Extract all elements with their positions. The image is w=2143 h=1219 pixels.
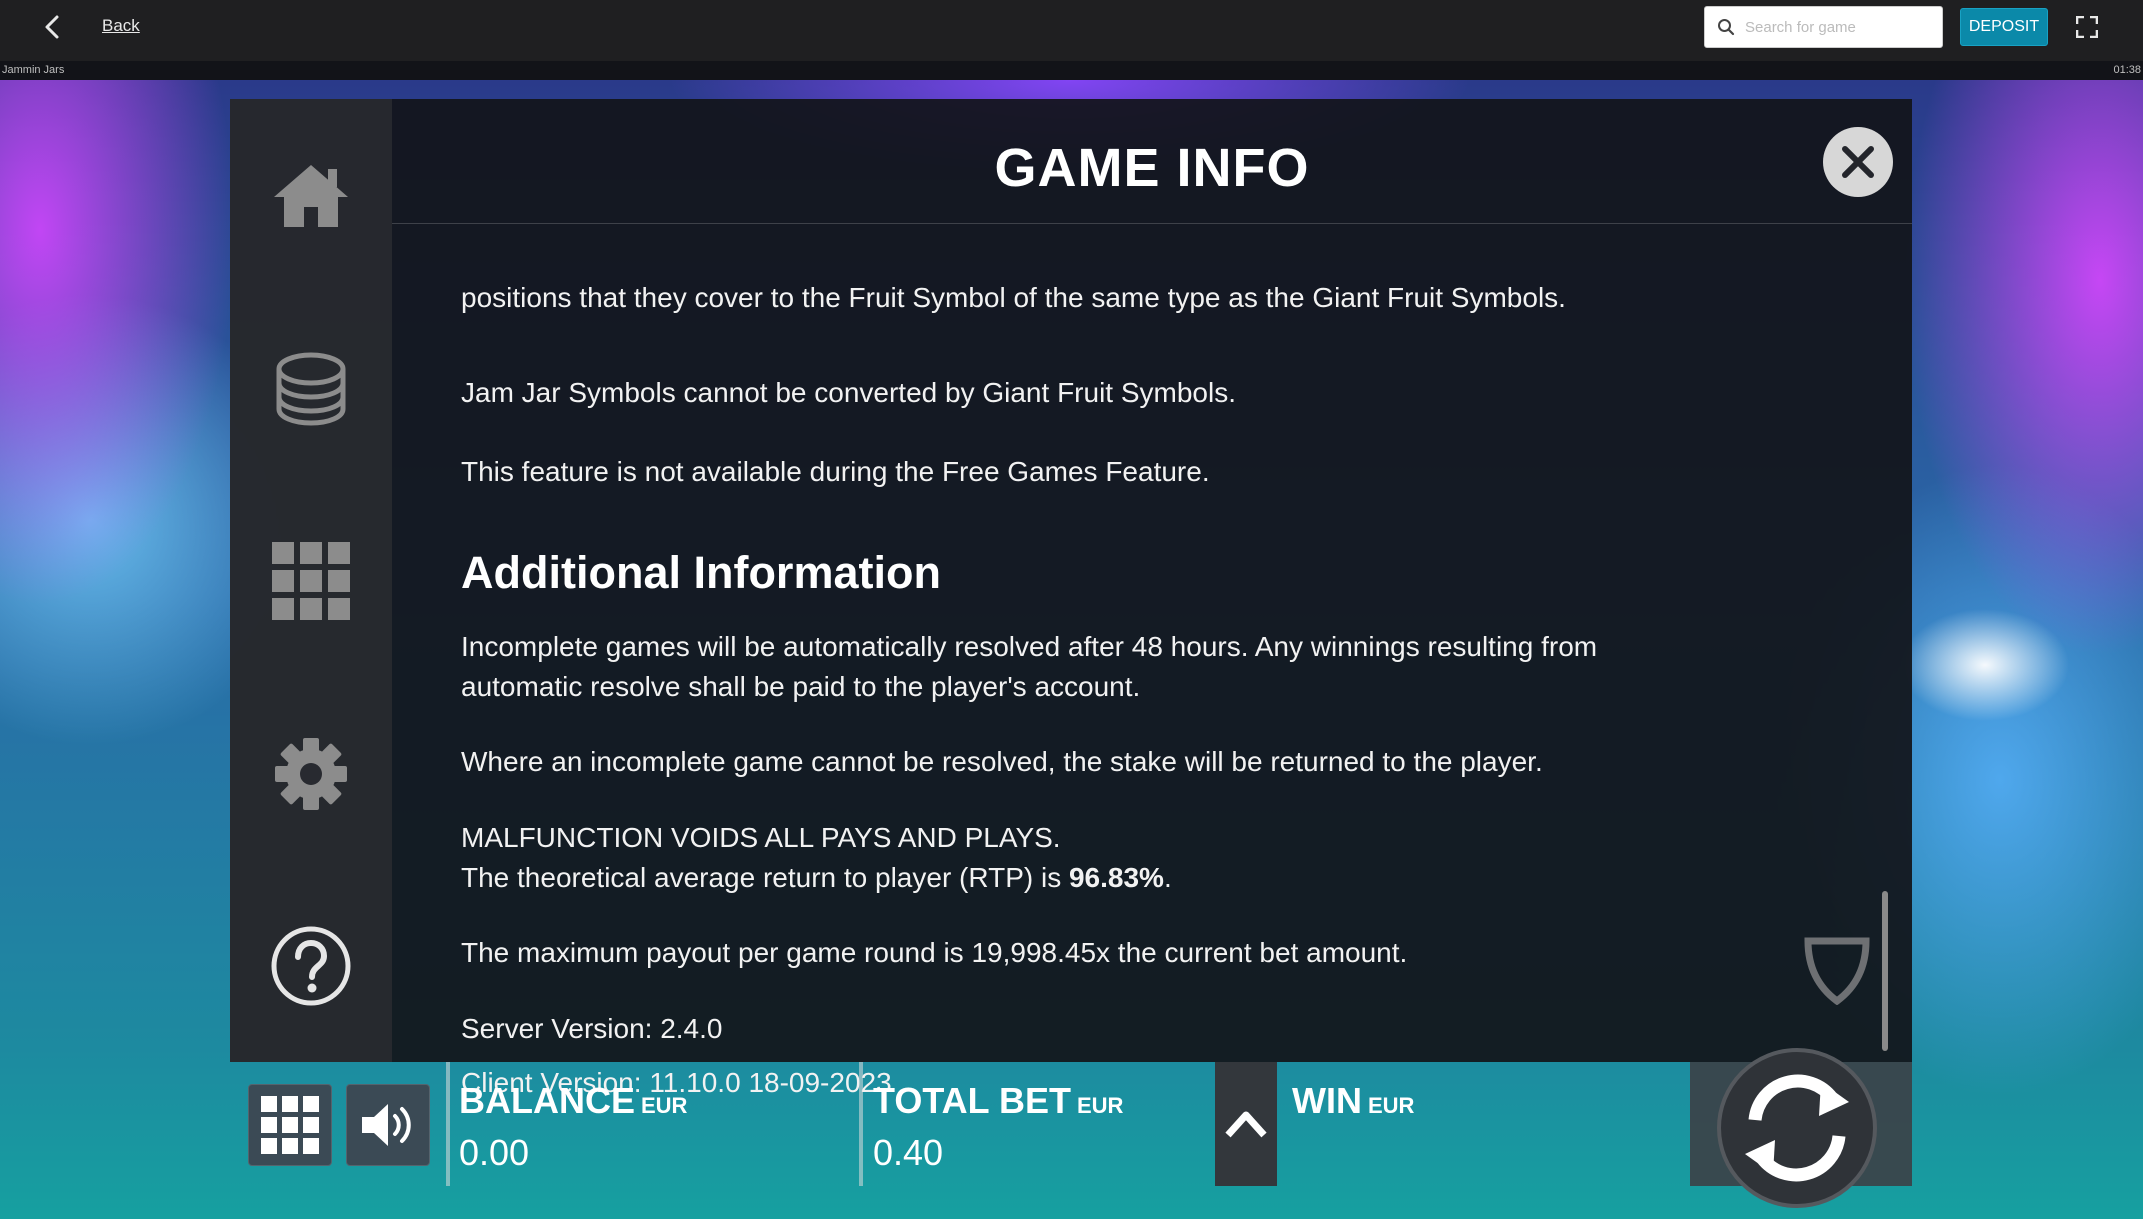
bottom-bar: BALANCE EUR 0.00 TOTAL BET EUR 0.40 WIN EUR bbox=[230, 1048, 1912, 1208]
coins-icon bbox=[276, 352, 346, 426]
info-text-scroll-area[interactable]: positions that they cover to the Fruit S… bbox=[461, 224, 1861, 1062]
balance-label: BALANCE EUR bbox=[459, 1080, 687, 1122]
close-icon bbox=[1842, 146, 1874, 178]
side-menu bbox=[230, 99, 392, 1062]
settings-button[interactable] bbox=[270, 733, 352, 815]
separator bbox=[859, 1062, 863, 1186]
info-content: GAME INFO positions that they cover to t… bbox=[392, 99, 1912, 1098]
back-chevron-icon[interactable] bbox=[42, 14, 64, 40]
search-box[interactable] bbox=[1704, 6, 1943, 48]
home-button[interactable] bbox=[270, 155, 352, 237]
win-currency: EUR bbox=[1367, 1093, 1415, 1118]
help-button[interactable] bbox=[270, 925, 352, 1007]
server-version: Server Version: 2.4.0 bbox=[461, 1013, 723, 1044]
rtp-paragraph: The theoretical average return to player… bbox=[461, 858, 1172, 898]
menu-button[interactable] bbox=[248, 1084, 332, 1166]
win-label: WIN EUR bbox=[1292, 1080, 1414, 1122]
info-paragraph: Incomplete games will be automatically r… bbox=[461, 631, 1598, 662]
search-icon bbox=[1718, 19, 1735, 36]
info-paragraph: Where an incomplete game cannot be resol… bbox=[461, 746, 1543, 777]
fullscreen-icon[interactable] bbox=[2076, 16, 2098, 38]
chevron-up-icon bbox=[1225, 1111, 1267, 1138]
scrollbar-thumb[interactable] bbox=[1882, 891, 1888, 1051]
paytable-button[interactable] bbox=[270, 347, 352, 429]
search-input[interactable] bbox=[1745, 12, 1935, 42]
top-bar: Back DEPOSIT bbox=[0, 0, 2143, 61]
balance-value: 0.00 bbox=[459, 1132, 530, 1173]
help-icon bbox=[271, 926, 351, 1006]
total-bet-label-text: TOTAL BET bbox=[873, 1080, 1071, 1121]
separator bbox=[446, 1062, 450, 1186]
game-status-bar: Jammin Jars 01:38 bbox=[0, 61, 2143, 80]
grid-icon bbox=[272, 542, 350, 620]
total-bet-currency: EUR bbox=[1077, 1093, 1124, 1118]
panel-title: GAME INFO bbox=[994, 138, 1310, 198]
win-label-text: WIN bbox=[1292, 1080, 1362, 1121]
game-info-panel: GAME INFO positions that they cover to t… bbox=[230, 99, 1912, 1098]
rtp-suffix: . bbox=[1163, 862, 1172, 893]
menu-grid-icon bbox=[261, 1096, 319, 1154]
spin-button[interactable] bbox=[1717, 1048, 1877, 1208]
info-paragraph: The maximum payout per game round is 19,… bbox=[461, 937, 1408, 968]
info-paragraph: Jam Jar Symbols cannot be converted by G… bbox=[461, 377, 1236, 408]
close-button[interactable] bbox=[1823, 127, 1893, 197]
spin-arrows-icon bbox=[1745, 1074, 1849, 1182]
clock: 01:38 bbox=[2113, 64, 2141, 76]
section-heading: Additional Information bbox=[461, 547, 941, 599]
rtp-value: 96.83% bbox=[1068, 862, 1164, 893]
info-paragraph: automatic resolve shall be paid to the p… bbox=[461, 671, 1141, 702]
gear-icon bbox=[275, 738, 347, 810]
balance-label-text: BALANCE bbox=[459, 1080, 635, 1121]
total-bet-value: 0.40 bbox=[873, 1132, 944, 1173]
speaker-icon bbox=[362, 1104, 411, 1146]
sound-button[interactable] bbox=[346, 1084, 430, 1166]
back-link[interactable]: Back bbox=[102, 16, 140, 36]
shield-icon bbox=[1804, 937, 1870, 1005]
rtp-prefix: The theoretical average return to player… bbox=[461, 862, 1069, 893]
bet-up-button[interactable] bbox=[1215, 1062, 1277, 1186]
home-icon bbox=[274, 165, 348, 227]
rules-button[interactable] bbox=[270, 540, 352, 622]
info-paragraph: MALFUNCTION VOIDS ALL PAYS AND PLAYS. bbox=[461, 822, 1061, 853]
game-name: Jammin Jars bbox=[2, 64, 65, 76]
total-bet-label: TOTAL BET EUR bbox=[873, 1080, 1123, 1122]
info-paragraph: positions that they cover to the Fruit S… bbox=[461, 282, 1566, 313]
deposit-button[interactable]: DEPOSIT bbox=[1960, 8, 2048, 46]
info-paragraph: This feature is not available during the… bbox=[461, 456, 1210, 487]
balance-currency: EUR bbox=[641, 1093, 688, 1118]
